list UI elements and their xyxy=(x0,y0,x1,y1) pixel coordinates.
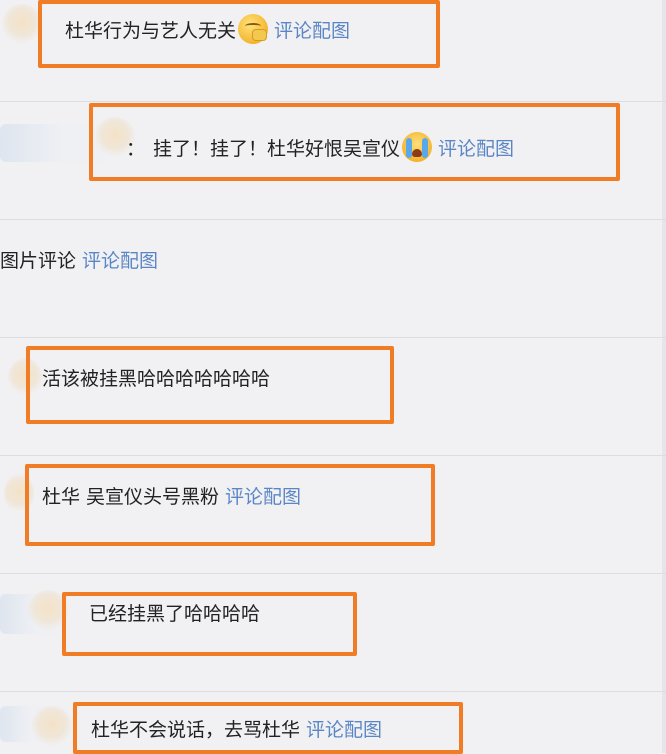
comment-text: 杜华行为与艺人无关 xyxy=(65,20,237,42)
comment-image-link[interactable]: 评论配图 xyxy=(274,20,350,42)
comment-row: 图片评论 评论配图 xyxy=(0,220,666,337)
comment-text: 挂了！挂了！杜华好恨吴宣仪 xyxy=(153,138,401,160)
comment-text-line: 图片评论 评论配图 xyxy=(0,249,158,273)
comment-text: 活该被挂黑哈哈哈哈哈哈哈 xyxy=(42,368,271,390)
comment-row: 杜华不会说话，去骂杜华 评论配图 xyxy=(0,692,666,754)
comment-row: ： 挂了！挂了！杜华好恨吴宣仪 评论配图 xyxy=(0,102,666,219)
avatar[interactable] xyxy=(32,706,72,746)
comment-image-link[interactable]: 评论配图 xyxy=(82,250,158,272)
comment-text-line: 已经挂黑了哈哈哈哈 xyxy=(89,602,260,626)
avatar[interactable] xyxy=(2,4,42,44)
comment-text-line: 杜华 吴宣仪头号黑粉 评论配图 xyxy=(42,485,301,509)
comment-text: 图片评论 xyxy=(0,250,77,272)
comment-text: 杜华 吴宣仪头号黑粉 xyxy=(42,486,220,508)
comment-row: 活该被挂黑哈哈哈哈哈哈哈 xyxy=(0,338,666,455)
comment-text-line: 活该被挂黑哈哈哈哈哈哈哈 xyxy=(42,367,270,391)
comment-row: 已经挂黑了哈哈哈哈 xyxy=(0,574,666,691)
comment-row: 杜华 吴宣仪头号黑粉 评论配图 xyxy=(0,456,666,573)
grinning-face-icon xyxy=(238,14,269,44)
comment-text: 已经挂黑了哈哈哈哈 xyxy=(89,603,261,625)
reply-colon: ： xyxy=(126,138,146,160)
comment-image-link[interactable]: 评论配图 xyxy=(225,486,301,508)
comment-row: 杜华行为与艺人无关 评论配图 xyxy=(0,0,666,100)
comment-text-line: 杜华不会说话，去骂杜华 评论配图 xyxy=(91,718,382,742)
comment-image-link[interactable]: 评论配图 xyxy=(438,138,514,160)
comment-image-link[interactable]: 评论配图 xyxy=(306,719,382,741)
comment-text-line: ： 挂了！挂了！杜华好恨吴宣仪 评论配图 xyxy=(126,132,514,162)
comment-text-line: 杜华行为与艺人无关 评论配图 xyxy=(65,14,350,44)
crying-face-icon xyxy=(402,132,433,162)
comment-text: 杜华不会说话，去骂杜华 xyxy=(91,719,301,741)
